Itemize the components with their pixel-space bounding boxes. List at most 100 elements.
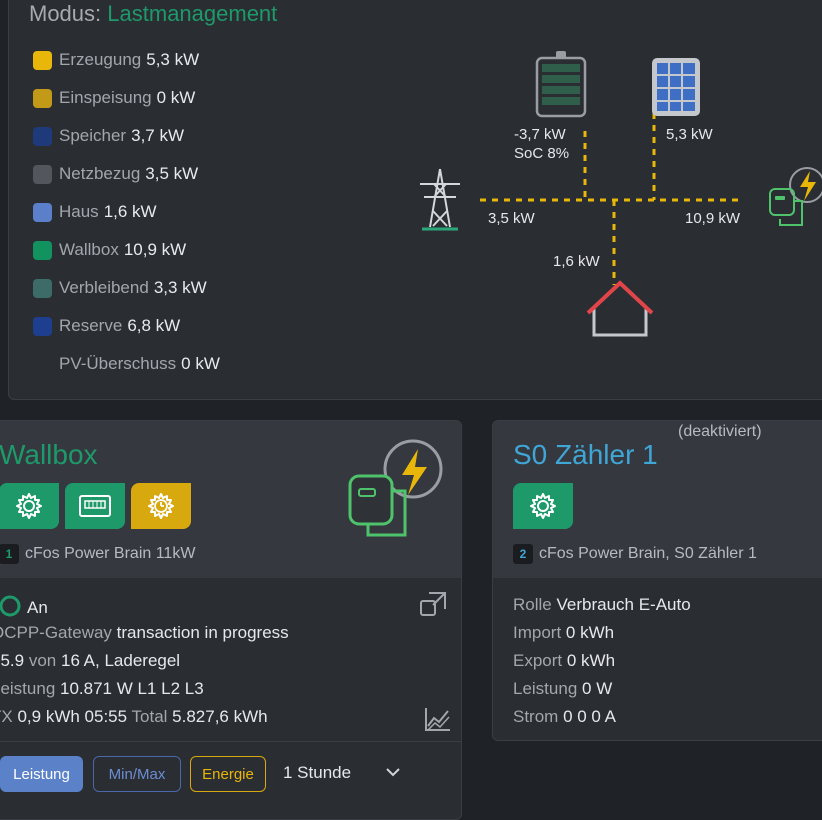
mode-value: Lastmanagement — [107, 1, 278, 26]
wallbox-device-line: 1 cFos Power Brain 11kW — [0, 544, 195, 564]
power-row: Leistung 10.871 W L1 L2 L3 — [0, 679, 204, 699]
grid-power: 3,5 kW — [488, 210, 535, 227]
gateway-row: OCPP-Gateway transaction in progress — [0, 623, 289, 643]
wallbox-charger-icon — [348, 439, 443, 537]
legend-color-swatch — [33, 316, 52, 336]
s0-row-value: 0 kWh — [565, 623, 615, 642]
s0-row-key: Leistung — [513, 679, 578, 698]
tab-minmax[interactable]: Min/Max — [93, 756, 181, 792]
legend-item: Wallbox 10,9 kW — [33, 231, 220, 269]
gear-clock-icon — [148, 493, 174, 519]
settings-button[interactable] — [513, 483, 573, 529]
s0-row: Strom 0 0 0 A — [513, 707, 616, 727]
wallbox-card-header: Wallbox 1 cFos Power Brain 11kW — [0, 421, 461, 578]
power-key: Leistung — [0, 679, 56, 698]
s0-row-value: 0 0 0 A — [563, 707, 617, 726]
tab-energie[interactable]: Energie — [190, 756, 266, 792]
schedule-settings-button[interactable] — [131, 483, 191, 529]
wallbox-title[interactable]: Wallbox — [0, 439, 98, 471]
power-grid-icon — [420, 168, 460, 231]
gear-icon — [530, 493, 556, 519]
legend-value: 0 kW — [181, 354, 220, 373]
total-value: 5.827,6 kWh — [172, 707, 268, 726]
wallbox-power: 10,9 kW — [685, 210, 741, 227]
legend-label: Reserve — [59, 316, 123, 335]
period-select[interactable]: 1 Stunde — [272, 756, 410, 790]
gateway-key: OCPP-Gateway — [0, 623, 112, 642]
s0-row-key: Rolle — [513, 595, 552, 614]
gear-icon — [16, 493, 42, 519]
legend-label: Verbleibend — [59, 278, 149, 297]
legend-label: Netzbezug — [59, 164, 141, 183]
device-name: cFos Power Brain 11kW — [25, 545, 196, 562]
legend-color-swatch — [33, 278, 52, 298]
legend-color-swatch — [33, 88, 52, 108]
chart-icon[interactable] — [424, 706, 452, 732]
mode-label: Modus: — [29, 1, 102, 26]
legend-color-swatch — [33, 164, 52, 184]
tx-key: TX — [0, 707, 13, 726]
transaction-row: TX 0,9 kWh 05:55 Total 5.827,6 kWh — [0, 707, 268, 727]
s0-card-header: S0 Zähler 1 (deaktiviert) 2 cFos Power B… — [493, 421, 822, 578]
s0-row-value: 0 kWh — [566, 651, 616, 670]
current-value: 15.9 — [0, 651, 25, 670]
battery-icon — [535, 51, 587, 118]
legend-color-swatch — [33, 202, 52, 222]
settings-button[interactable] — [0, 483, 59, 529]
house-icon — [586, 280, 654, 337]
s0-action-buttons — [513, 483, 573, 529]
current-row: 15.9 von 16 A, Laderegel — [0, 651, 180, 671]
gateway-value: transaction in progress — [116, 623, 289, 642]
legend-value: 10,9 kW — [123, 240, 187, 259]
mode-display: Modus: Lastmanagement — [29, 1, 277, 27]
battery-power: -3,7 kW — [514, 126, 566, 143]
legend-value: 3,7 kW — [131, 126, 185, 145]
s0-row: Leistung 0 W — [513, 679, 612, 699]
legend-value: 3,5 kW — [145, 164, 199, 183]
legend-item: Speicher 3,7 kW — [33, 117, 220, 155]
legend-color-swatch — [33, 50, 52, 70]
current-of-label: von — [28, 651, 57, 670]
legend-label: Wallbox — [59, 240, 119, 259]
s0-row: Import 0 kWh — [513, 623, 614, 643]
s0-device-line: 2 cFos Power Brain, S0 Zähler 1 — [513, 544, 757, 564]
status-value: An — [27, 598, 48, 617]
status-ring-icon — [0, 595, 21, 617]
legend-value: 5,3 kW — [146, 50, 200, 69]
device-index-badge: 2 — [513, 544, 533, 564]
expand-window-icon[interactable] — [419, 589, 451, 621]
legend-label: Haus — [59, 202, 99, 221]
legend-label: PV-Überschuss — [59, 354, 177, 373]
current-max: 16 A, Laderegel — [60, 651, 181, 670]
legend-label: Speicher — [59, 126, 127, 145]
legend-item: Einspeisung 0 kW — [33, 79, 220, 117]
legend-value: 3,3 kW — [153, 278, 207, 297]
tx-value: 0,9 kWh 05:55 — [17, 707, 128, 726]
legend-color-swatch — [33, 126, 52, 146]
legend-item: Netzbezug 3,5 kW — [33, 155, 220, 193]
battery-soc: SoC 8% — [514, 145, 570, 162]
meter-icon — [79, 495, 111, 517]
legend-value: 1,6 kW — [103, 202, 157, 221]
s0-row-value: 0 W — [582, 679, 613, 698]
s0-row-key: Strom — [513, 707, 559, 726]
legend-value: 6,8 kW — [127, 316, 181, 335]
s0-title[interactable]: S0 Zähler 1 — [513, 439, 658, 471]
legend-label: Erzeugung — [59, 50, 142, 69]
tab-leistung[interactable]: Leistung — [0, 756, 83, 792]
legend-color-swatch — [33, 355, 52, 374]
period-value: 1 Stunde — [283, 763, 352, 782]
legend-label: Einspeisung — [59, 88, 152, 107]
s0-row: Export 0 kWh — [513, 651, 615, 671]
device-index-badge: 1 — [0, 544, 19, 564]
chevron-down-icon — [386, 768, 400, 777]
flow-lines — [420, 51, 822, 337]
legend-item: Reserve 6,8 kW — [33, 307, 220, 345]
s0-status-note: (deaktiviert) — [678, 423, 762, 440]
legend-item: PV-Überschuss 0 kW — [33, 345, 220, 383]
meter-button[interactable] — [65, 483, 125, 529]
legend-item: Haus 1,6 kW — [33, 193, 220, 231]
s0-meter-card: S0 Zähler 1 (deaktiviert) 2 cFos Power B… — [492, 420, 822, 741]
divider — [0, 741, 461, 742]
legend-color-swatch — [33, 240, 52, 260]
